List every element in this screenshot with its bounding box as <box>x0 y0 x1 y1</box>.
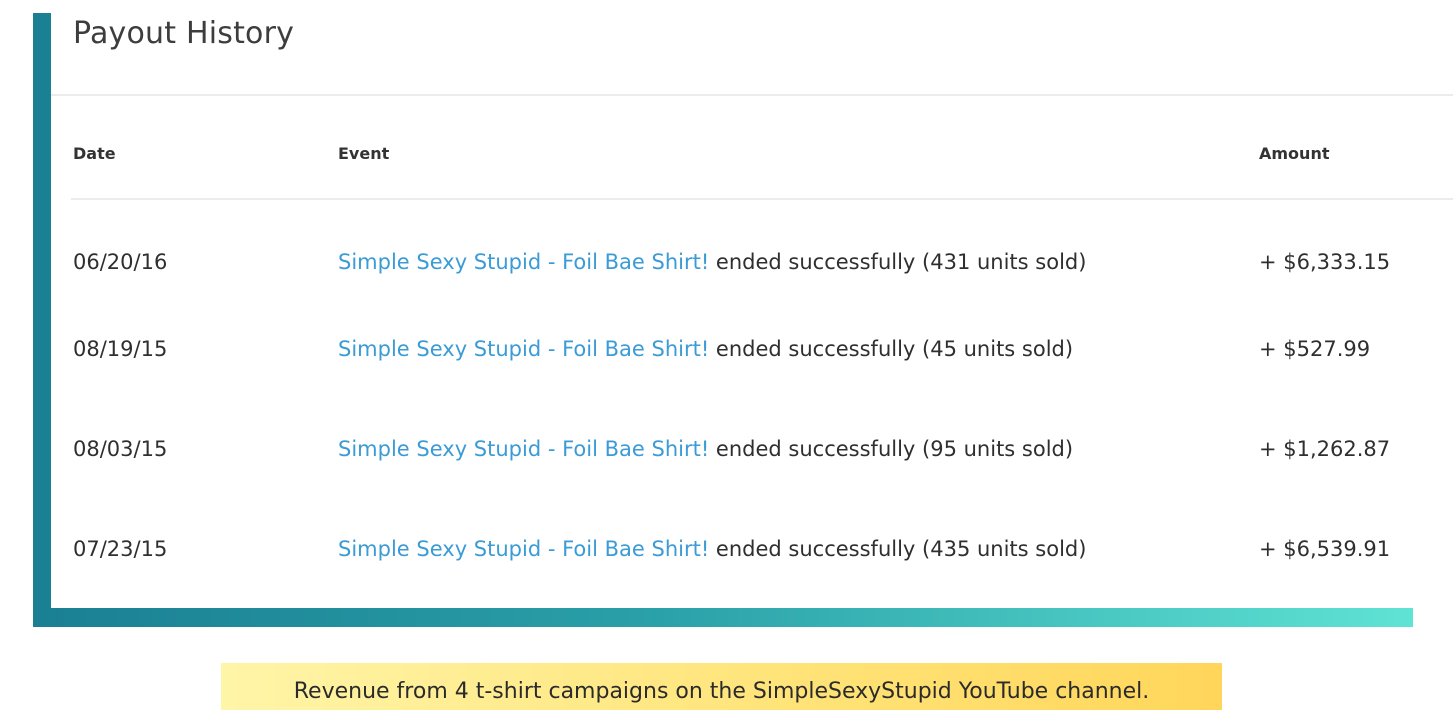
column-header-date: Date <box>73 144 116 163</box>
row-amount: + $527.99 <box>1259 337 1371 361</box>
row-event: Simple Sexy Stupid - Foil Bae Shirt! end… <box>338 329 1073 369</box>
row-amount: + $6,539.91 <box>1259 537 1391 561</box>
campaign-link[interactable]: Simple Sexy Stupid - Foil Bae Shirt! <box>338 437 709 461</box>
row-amount: + $1,262.87 <box>1259 437 1391 461</box>
campaign-link[interactable]: Simple Sexy Stupid - Foil Bae Shirt! <box>338 537 709 561</box>
column-header-amount: Amount <box>1259 144 1330 163</box>
campaign-link[interactable]: Simple Sexy Stupid - Foil Bae Shirt! <box>338 337 709 361</box>
row-event: Simple Sexy Stupid - Foil Bae Shirt! end… <box>338 529 1086 569</box>
campaign-link[interactable]: Simple Sexy Stupid - Foil Bae Shirt! <box>338 250 709 274</box>
caption-text: Revenue from 4 t-shirt campaigns on the … <box>293 679 1150 704</box>
row-event: Simple Sexy Stupid - Foil Bae Shirt! end… <box>338 429 1073 469</box>
table-row: 07/23/15 Simple Sexy Stupid - Foil Bae S… <box>51 529 1453 569</box>
column-header-event: Event <box>338 144 390 163</box>
payout-history-panel: Payout History Date Event Amount 06/20/1… <box>51 0 1453 608</box>
table-row: 08/19/15 Simple Sexy Stupid - Foil Bae S… <box>51 329 1453 369</box>
event-status-text: ended successfully (435 units sold) <box>709 537 1087 561</box>
table-row: 06/20/16 Simple Sexy Stupid - Foil Bae S… <box>51 242 1453 282</box>
table-header: Date Event Amount <box>51 140 1453 168</box>
row-date: 07/23/15 <box>73 537 168 561</box>
event-status-text: ended successfully (431 units sold) <box>709 250 1087 274</box>
table-row: 08/03/15 Simple Sexy Stupid - Foil Bae S… <box>51 429 1453 469</box>
event-status-text: ended successfully (95 units sold) <box>709 437 1074 461</box>
event-status-text: ended successfully (45 units sold) <box>709 337 1074 361</box>
page-title: Payout History <box>73 16 295 51</box>
row-amount: + $6,333.15 <box>1259 250 1391 274</box>
caption-banner: Revenue from 4 t-shirt campaigns on the … <box>221 663 1222 710</box>
row-date: 08/19/15 <box>73 337 168 361</box>
header-divider <box>71 198 1453 200</box>
title-divider <box>51 94 1453 96</box>
row-date: 06/20/16 <box>73 250 168 274</box>
row-date: 08/03/15 <box>73 437 168 461</box>
row-event: Simple Sexy Stupid - Foil Bae Shirt! end… <box>338 242 1086 282</box>
